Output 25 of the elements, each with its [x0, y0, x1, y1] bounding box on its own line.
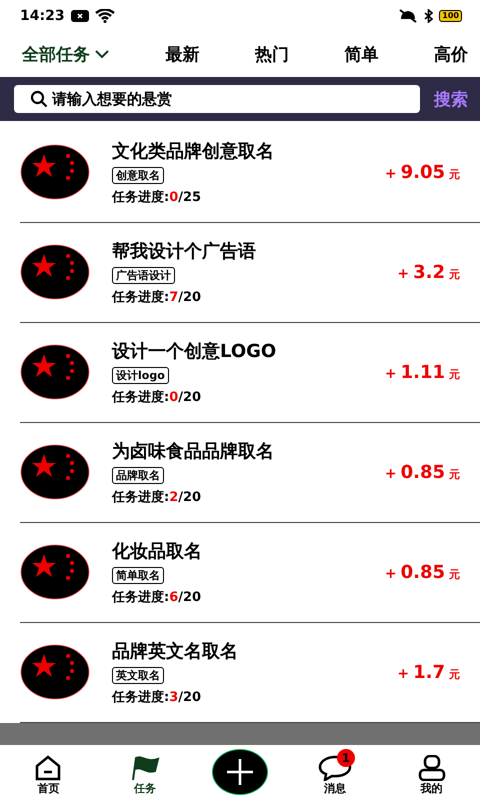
task-title: 化妆品取名 [112, 540, 203, 563]
task-tag: 设计logo [112, 366, 169, 384]
task-title: 品牌英文名取名 [112, 640, 239, 663]
task-title: 设计一个创意LOGO [112, 340, 278, 363]
task-tag: 英文取名 [112, 666, 164, 684]
unread-badge: 1 [336, 748, 355, 767]
nav-label: 任务 [134, 780, 156, 796]
nav-label: 我的 [420, 780, 443, 796]
task-title: 帮我设计个广告语 [112, 240, 257, 263]
task-reward: + 9.05 元 [384, 162, 460, 183]
task-tag: 创意取名 [112, 166, 164, 184]
status-time: 14:23 [20, 8, 65, 24]
task-reward: + 1.11 元 [384, 362, 460, 383]
nav-label: 消息 [324, 780, 346, 796]
task-tag: 品牌取名 [112, 466, 164, 484]
task-title: 文化类品牌创意取名 [112, 140, 275, 163]
task-tag: 广告语设计 [112, 266, 175, 284]
nav-label: 首页 [37, 780, 60, 796]
task-reward: + 3.2 元 [397, 262, 460, 283]
battery-icon: 100 [439, 10, 462, 22]
task-reward: + 0.85 元 [384, 562, 460, 583]
task-tag: 简单取名 [112, 566, 164, 584]
task-title: 为卤味食品品牌取名 [112, 440, 275, 463]
task-reward: + 1.7 元 [397, 662, 460, 683]
task-reward: + 0.85 元 [384, 462, 460, 483]
